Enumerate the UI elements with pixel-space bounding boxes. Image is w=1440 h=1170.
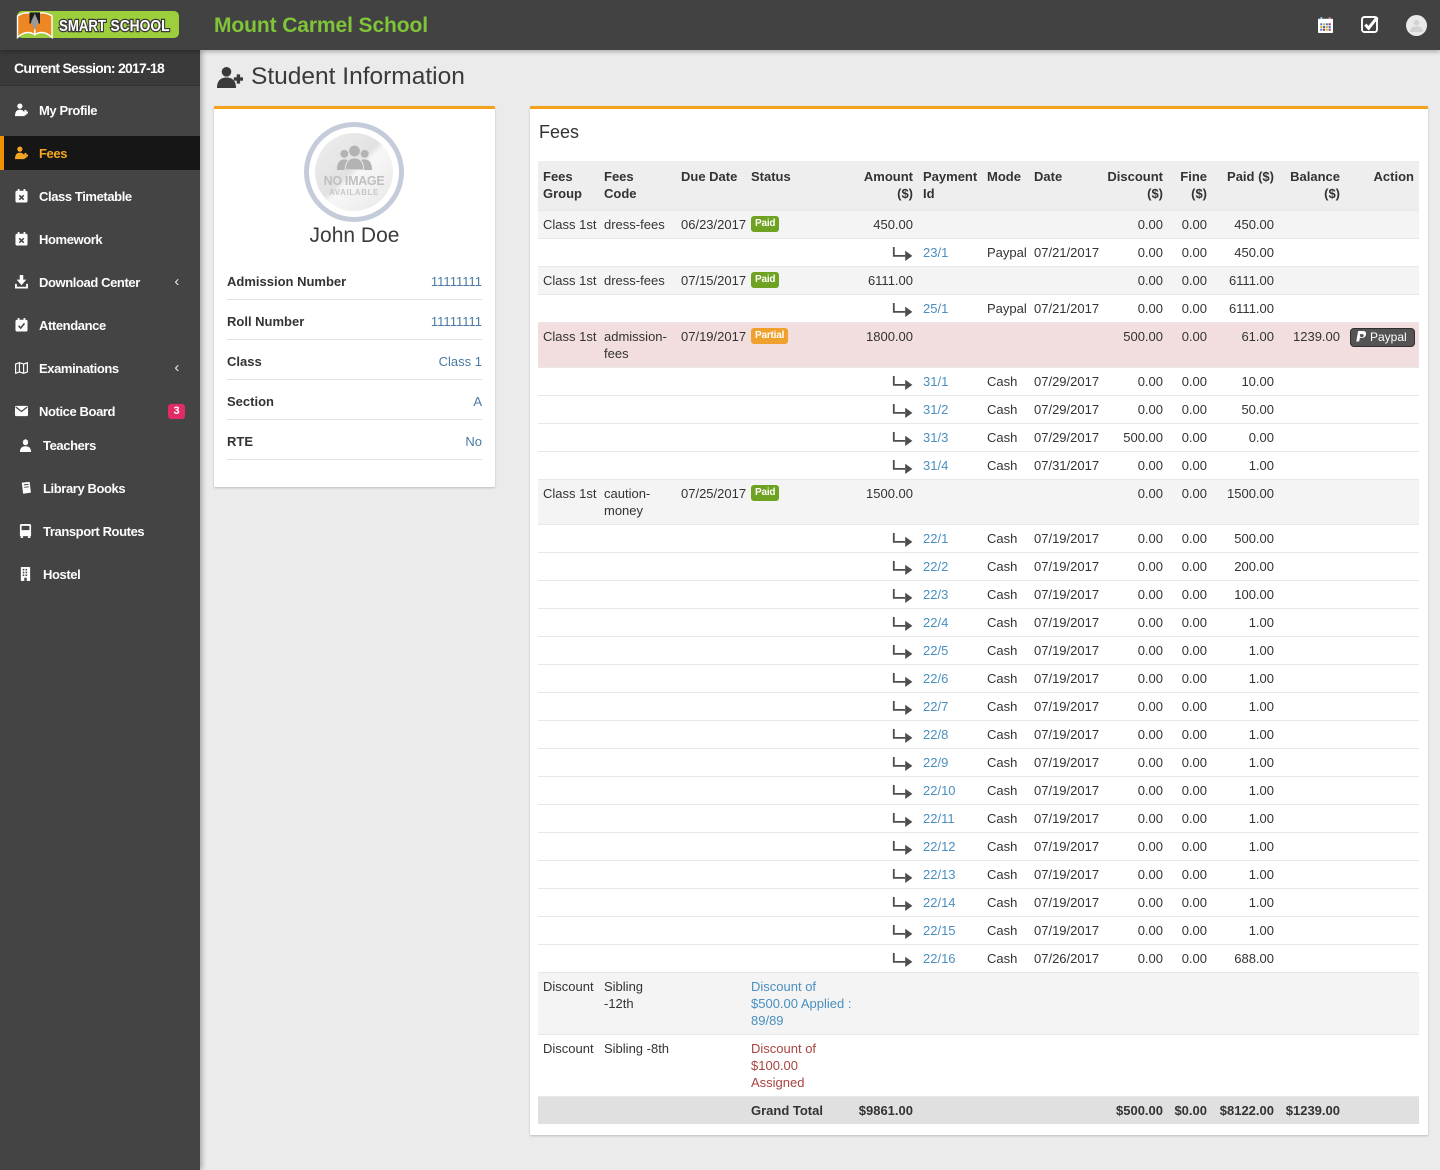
svg-text:SMART: SMART — [59, 18, 106, 35]
svg-text:SCHOOL: SCHOOL — [111, 18, 170, 35]
